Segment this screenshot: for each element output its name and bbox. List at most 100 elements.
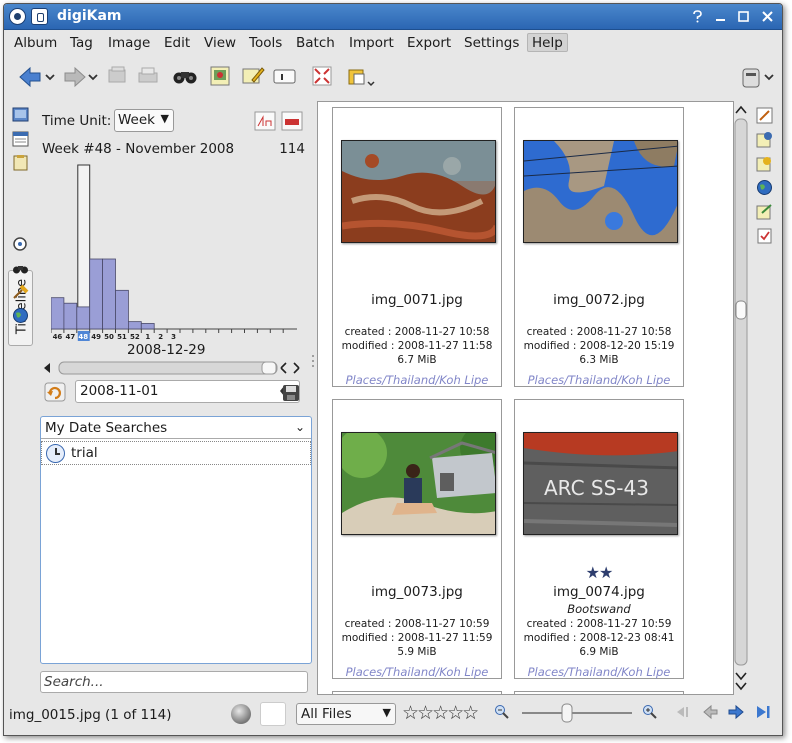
time-unit-select[interactable]: Week ▼ (114, 109, 174, 132)
image-modified: modified : 2008-12-23 08:41 (523, 632, 675, 644)
thumbnail-scrollbar[interactable] (734, 101, 748, 695)
image-item-img-0074[interactable]: ARC SS-43 ★★ img_0074.jpg Bootswand crea… (514, 399, 684, 679)
image-item-img-0072[interactable]: img_0072.jpg created : 2008-11-27 10:58 … (514, 107, 684, 387)
histogram-week-label: 49 (91, 333, 101, 341)
histogram-bar[interactable] (76, 306, 91, 330)
selected-week-label: Week #48 - November 2008 (42, 141, 235, 157)
lighttable-icon[interactable] (272, 64, 298, 90)
menu-album[interactable]: Album (10, 34, 61, 53)
app-menu-icon[interactable] (9, 8, 26, 25)
selected-week-frame[interactable] (77, 164, 91, 330)
date-searches-header[interactable]: My Date Searches ⌄ (41, 417, 311, 439)
time-unit-label: Time Unit: (42, 113, 112, 129)
image-album-link[interactable]: Places/Thailand/Koh Lipe (515, 373, 683, 387)
selected-week-count: 114 (279, 141, 305, 157)
menu-help[interactable]: Help (527, 33, 568, 52)
next-image-icon[interactable] (727, 704, 745, 724)
histogram-bar[interactable] (63, 302, 78, 330)
menu-image[interactable]: Image (104, 34, 154, 53)
fullscreen-icon[interactable] (310, 64, 336, 90)
versions-clipboard-icon[interactable] (756, 227, 773, 244)
batch-tools-icon[interactable] (346, 64, 375, 90)
image-album-link[interactable]: Places/Thailand/Koh Lipe (515, 665, 683, 679)
image-item-img-0073[interactable]: img_0073.jpg created : 2008-11-27 10:59 … (332, 399, 502, 679)
menu-export[interactable]: Export (403, 34, 455, 53)
image-filename: img_0071.jpg (371, 292, 463, 308)
view-image-icon[interactable] (208, 64, 234, 90)
map-globe-icon[interactable] (12, 307, 29, 324)
print-icon[interactable] (136, 64, 162, 90)
maximize-button[interactable] (735, 9, 752, 25)
date-search-input[interactable]: 2008-11-01 (75, 380, 300, 403)
histogram-week-label: 1 (145, 333, 150, 341)
menu-edit[interactable]: Edit (160, 34, 194, 53)
forward-arrow-icon[interactable] (61, 64, 98, 90)
menu-tag[interactable]: Tag (66, 34, 97, 53)
histogram-bar[interactable] (51, 297, 65, 330)
caption-tags-icon[interactable] (756, 203, 773, 220)
timeline-histogram[interactable]: 46 47 48 49 50 51 52 1 2 3 (51, 163, 297, 345)
rating-filter-stars[interactable]: ☆☆☆☆☆ (402, 702, 479, 724)
menu-import[interactable]: Import (345, 34, 398, 53)
albums-icon[interactable] (12, 106, 29, 123)
histogram-bar[interactable] (102, 258, 116, 330)
close-button[interactable] (759, 9, 776, 25)
save-search-icon[interactable] (281, 383, 301, 403)
image-caption: Bootswand (567, 602, 631, 616)
image-item-partial[interactable] (514, 691, 684, 694)
back-arrow-icon[interactable] (18, 64, 55, 90)
histogram-bar[interactable] (140, 323, 155, 330)
histogram-bar[interactable] (128, 321, 142, 330)
color-label-box[interactable] (260, 702, 286, 726)
image-item-img-0071[interactable]: img_0071.jpg created : 2008-11-27 10:58 … (332, 107, 502, 387)
histogram-week-label: 46 (53, 333, 63, 341)
histogram-week-label: 2 (158, 333, 163, 341)
log-scale-icon[interactable] (281, 111, 303, 131)
slideshow-icon[interactable] (106, 64, 132, 90)
menu-view[interactable]: View (200, 34, 240, 53)
help-window-button[interactable] (689, 9, 706, 25)
search-input[interactable]: Search... (40, 671, 308, 693)
saved-search-label: trial (71, 445, 98, 461)
last-image-icon[interactable] (752, 704, 772, 724)
panel-splitter[interactable] (309, 101, 317, 696)
reset-selection-icon[interactable] (44, 382, 66, 402)
search-binoculars-icon[interactable] (172, 64, 198, 90)
calendar-icon[interactable] (12, 130, 29, 147)
thumbnail-view: img_0071.jpg created : 2008-11-27 10:58 … (317, 101, 734, 695)
properties-icon[interactable] (756, 107, 773, 124)
list-item[interactable]: trial (41, 441, 311, 465)
image-album-link[interactable]: Places/Thailand/Koh Lipe (333, 665, 501, 679)
image-album-link[interactable]: Places/Thailand/Koh Lipe (333, 373, 501, 387)
metadata-icon[interactable] (756, 131, 773, 148)
date-searches-list: My Date Searches ⌄ trial (40, 416, 312, 664)
zoom-slider[interactable] (518, 702, 638, 724)
menu-batch[interactable]: Batch (292, 34, 339, 53)
sticky-icon[interactable] (31, 8, 48, 25)
image-modified: modified : 2008-11-27 11:58 (341, 340, 493, 352)
previous-image-icon[interactable] (701, 704, 719, 724)
histogram-bar[interactable] (89, 258, 104, 330)
menu-settings[interactable]: Settings (460, 34, 523, 53)
search-history-icon[interactable] (12, 236, 29, 253)
menu-tools[interactable]: Tools (245, 34, 286, 53)
image-filename: img_0074.jpg (553, 584, 645, 600)
binoculars-search-icon[interactable] (12, 260, 29, 277)
image-size: 5.9 MiB (397, 646, 437, 658)
timeline-scrollbar[interactable] (42, 360, 304, 376)
fuzzy-search-icon[interactable] (12, 283, 29, 300)
tags-icon[interactable] (12, 154, 29, 171)
device-camera-icon[interactable] (741, 66, 774, 92)
file-type-filter-select[interactable]: All Files ▼ (296, 703, 396, 725)
geolocation-globe-icon[interactable] (756, 179, 773, 196)
image-item-partial[interactable] (332, 691, 502, 694)
first-image-icon[interactable] (674, 704, 692, 724)
linear-scale-icon[interactable] (254, 111, 276, 131)
date-search-value: 2008-11-01 (80, 383, 159, 399)
minimize-button[interactable] (712, 9, 729, 25)
image-editor-icon[interactable] (240, 64, 266, 90)
zoom-in-icon[interactable] (642, 704, 658, 724)
histogram-bar[interactable] (115, 289, 129, 330)
colors-icon[interactable] (756, 155, 773, 172)
zoom-out-icon[interactable] (494, 704, 510, 724)
